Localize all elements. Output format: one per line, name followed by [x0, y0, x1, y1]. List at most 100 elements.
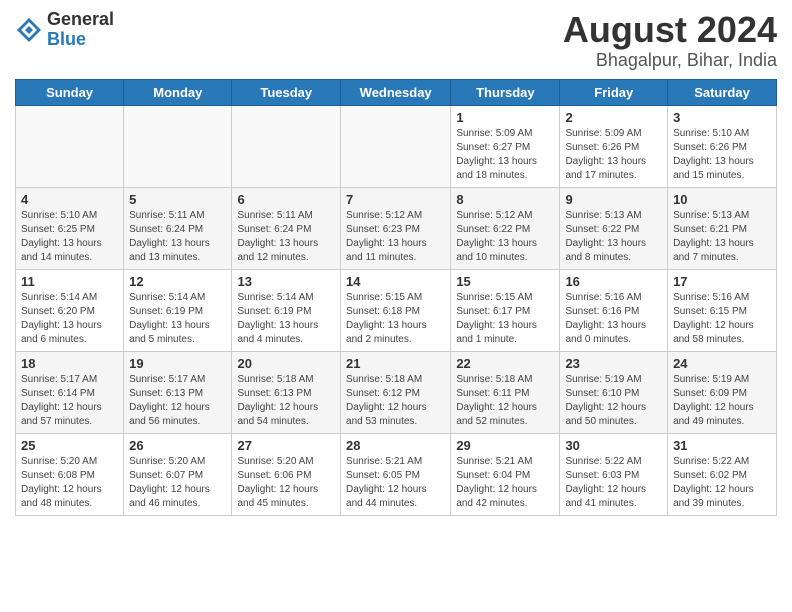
day-info: Sunrise: 5:14 AM Sunset: 6:19 PM Dayligh… [129, 291, 226, 347]
header-wednesday: Wednesday [341, 79, 451, 105]
day-info: Sunrise: 5:19 AM Sunset: 6:09 PM Dayligh… [673, 373, 771, 429]
logo-general: General [47, 10, 114, 30]
day-info: Sunrise: 5:12 AM Sunset: 6:22 PM Dayligh… [456, 209, 554, 265]
table-row: 29 Sunrise: 5:21 AM Sunset: 6:04 PM Dayli… [451, 433, 560, 515]
day-info: Sunrise: 5:14 AM Sunset: 6:20 PM Dayligh… [21, 291, 118, 347]
day-info: Sunrise: 5:15 AM Sunset: 6:18 PM Dayligh… [346, 291, 445, 347]
table-row: 23 Sunrise: 5:19 AM Sunset: 6:10 PM Dayli… [560, 351, 668, 433]
day-number: 15 [456, 274, 554, 289]
day-info: Sunrise: 5:18 AM Sunset: 6:11 PM Dayligh… [456, 373, 554, 429]
day-number: 31 [673, 438, 771, 453]
table-row: 20 Sunrise: 5:18 AM Sunset: 6:13 PM Dayli… [232, 351, 341, 433]
table-row: 14 Sunrise: 5:15 AM Sunset: 6:18 PM Dayli… [341, 269, 451, 351]
table-row: 31 Sunrise: 5:22 AM Sunset: 6:02 PM Dayli… [668, 433, 777, 515]
day-number: 25 [21, 438, 118, 453]
calendar-week-row: 18 Sunrise: 5:17 AM Sunset: 6:14 PM Dayli… [16, 351, 777, 433]
day-number: 16 [565, 274, 662, 289]
table-row: 30Sunrise: 5:22 AM Sunset: 6:03 PM Dayli… [560, 433, 668, 515]
day-number: 6 [237, 192, 335, 207]
day-info: Sunrise: 5:13 AM Sunset: 6:22 PM Dayligh… [565, 209, 662, 265]
table-row [124, 105, 232, 187]
day-info: Sunrise: 5:14 AM Sunset: 6:19 PM Dayligh… [237, 291, 335, 347]
logo: General Blue [15, 10, 114, 50]
day-info: Sunrise: 5:21 AM Sunset: 6:04 PM Dayligh… [456, 455, 554, 511]
table-row: 2 Sunrise: 5:09 AM Sunset: 6:26 PM Daylig… [560, 105, 668, 187]
day-info: Sunrise: 5:09 AM Sunset: 6:26 PM Dayligh… [565, 127, 662, 183]
table-row [232, 105, 341, 187]
day-info: Sunrise: 5:09 AM Sunset: 6:27 PM Dayligh… [456, 127, 554, 183]
page-container: General Blue August 2024 Bhagalpur, Biha… [0, 0, 792, 526]
table-row: 24 Sunrise: 5:19 AM Sunset: 6:09 PM Dayli… [668, 351, 777, 433]
day-info: Sunrise: 5:12 AM Sunset: 6:23 PM Dayligh… [346, 209, 445, 265]
table-row: 6 Sunrise: 5:11 AM Sunset: 6:24 PM Daylig… [232, 187, 341, 269]
day-info: Sunrise: 5:18 AM Sunset: 6:12 PM Dayligh… [346, 373, 445, 429]
calendar: Sunday Monday Tuesday Wednesday Thursday… [15, 79, 777, 516]
day-number: 23 [565, 356, 662, 371]
day-number: 8 [456, 192, 554, 207]
day-number: 27 [237, 438, 335, 453]
table-row: 11 Sunrise: 5:14 AM Sunset: 6:20 PM Dayli… [16, 269, 124, 351]
day-number: 12 [129, 274, 226, 289]
table-row: 28 Sunrise: 5:21 AM Sunset: 6:05 PM Dayli… [341, 433, 451, 515]
location-title: Bhagalpur, Bihar, India [563, 50, 777, 71]
logo-text: General Blue [47, 10, 114, 50]
table-row [16, 105, 124, 187]
day-number: 24 [673, 356, 771, 371]
day-number: 18 [21, 356, 118, 371]
day-number: 20 [237, 356, 335, 371]
table-row: 27Sunrise: 5:20 AM Sunset: 6:06 PM Dayli… [232, 433, 341, 515]
header: General Blue August 2024 Bhagalpur, Biha… [15, 10, 777, 71]
day-number: 7 [346, 192, 445, 207]
table-row: 10Sunrise: 5:13 AM Sunset: 6:21 PM Dayli… [668, 187, 777, 269]
day-info: Sunrise: 5:17 AM Sunset: 6:14 PM Dayligh… [21, 373, 118, 429]
day-number: 11 [21, 274, 118, 289]
day-number: 10 [673, 192, 771, 207]
calendar-week-row: 1Sunrise: 5:09 AM Sunset: 6:27 PM Daylig… [16, 105, 777, 187]
table-row [341, 105, 451, 187]
day-info: Sunrise: 5:10 AM Sunset: 6:26 PM Dayligh… [673, 127, 771, 183]
header-monday: Monday [124, 79, 232, 105]
day-info: Sunrise: 5:11 AM Sunset: 6:24 PM Dayligh… [237, 209, 335, 265]
table-row: 26Sunrise: 5:20 AM Sunset: 6:07 PM Dayli… [124, 433, 232, 515]
table-row: 12 Sunrise: 5:14 AM Sunset: 6:19 PM Dayli… [124, 269, 232, 351]
logo-blue: Blue [47, 30, 114, 50]
day-info: Sunrise: 5:21 AM Sunset: 6:05 PM Dayligh… [346, 455, 445, 511]
table-row: 18 Sunrise: 5:17 AM Sunset: 6:14 PM Dayli… [16, 351, 124, 433]
day-info: Sunrise: 5:11 AM Sunset: 6:24 PM Dayligh… [129, 209, 226, 265]
day-info: Sunrise: 5:15 AM Sunset: 6:17 PM Dayligh… [456, 291, 554, 347]
table-row: 3Sunrise: 5:10 AM Sunset: 6:26 PM Daylig… [668, 105, 777, 187]
day-number: 29 [456, 438, 554, 453]
table-row: 21 Sunrise: 5:18 AM Sunset: 6:12 PM Dayli… [341, 351, 451, 433]
day-number: 13 [237, 274, 335, 289]
header-sunday: Sunday [16, 79, 124, 105]
day-info: Sunrise: 5:19 AM Sunset: 6:10 PM Dayligh… [565, 373, 662, 429]
day-number: 9 [565, 192, 662, 207]
calendar-week-row: 25 Sunrise: 5:20 AM Sunset: 6:08 PM Dayli… [16, 433, 777, 515]
day-number: 28 [346, 438, 445, 453]
table-row: 17 Sunrise: 5:16 AM Sunset: 6:15 PM Dayli… [668, 269, 777, 351]
day-number: 19 [129, 356, 226, 371]
logo-icon [15, 16, 43, 44]
day-number: 5 [129, 192, 226, 207]
day-info: Sunrise: 5:18 AM Sunset: 6:13 PM Dayligh… [237, 373, 335, 429]
day-number: 26 [129, 438, 226, 453]
day-number: 21 [346, 356, 445, 371]
table-row: 9 Sunrise: 5:13 AM Sunset: 6:22 PM Daylig… [560, 187, 668, 269]
table-row: 5 Sunrise: 5:11 AM Sunset: 6:24 PM Daylig… [124, 187, 232, 269]
day-number: 14 [346, 274, 445, 289]
title-area: August 2024 Bhagalpur, Bihar, India [563, 10, 777, 71]
day-number: 22 [456, 356, 554, 371]
day-number: 2 [565, 110, 662, 125]
day-info: Sunrise: 5:10 AM Sunset: 6:25 PM Dayligh… [21, 209, 118, 265]
table-row: 4Sunrise: 5:10 AM Sunset: 6:25 PM Daylig… [16, 187, 124, 269]
day-info: Sunrise: 5:22 AM Sunset: 6:02 PM Dayligh… [673, 455, 771, 511]
month-title: August 2024 [563, 10, 777, 50]
table-row: 19 Sunrise: 5:17 AM Sunset: 6:13 PM Dayli… [124, 351, 232, 433]
day-info: Sunrise: 5:17 AM Sunset: 6:13 PM Dayligh… [129, 373, 226, 429]
table-row: 16Sunrise: 5:16 AM Sunset: 6:16 PM Dayli… [560, 269, 668, 351]
day-info: Sunrise: 5:16 AM Sunset: 6:15 PM Dayligh… [673, 291, 771, 347]
header-tuesday: Tuesday [232, 79, 341, 105]
header-thursday: Thursday [451, 79, 560, 105]
day-number: 17 [673, 274, 771, 289]
day-info: Sunrise: 5:20 AM Sunset: 6:08 PM Dayligh… [21, 455, 118, 511]
